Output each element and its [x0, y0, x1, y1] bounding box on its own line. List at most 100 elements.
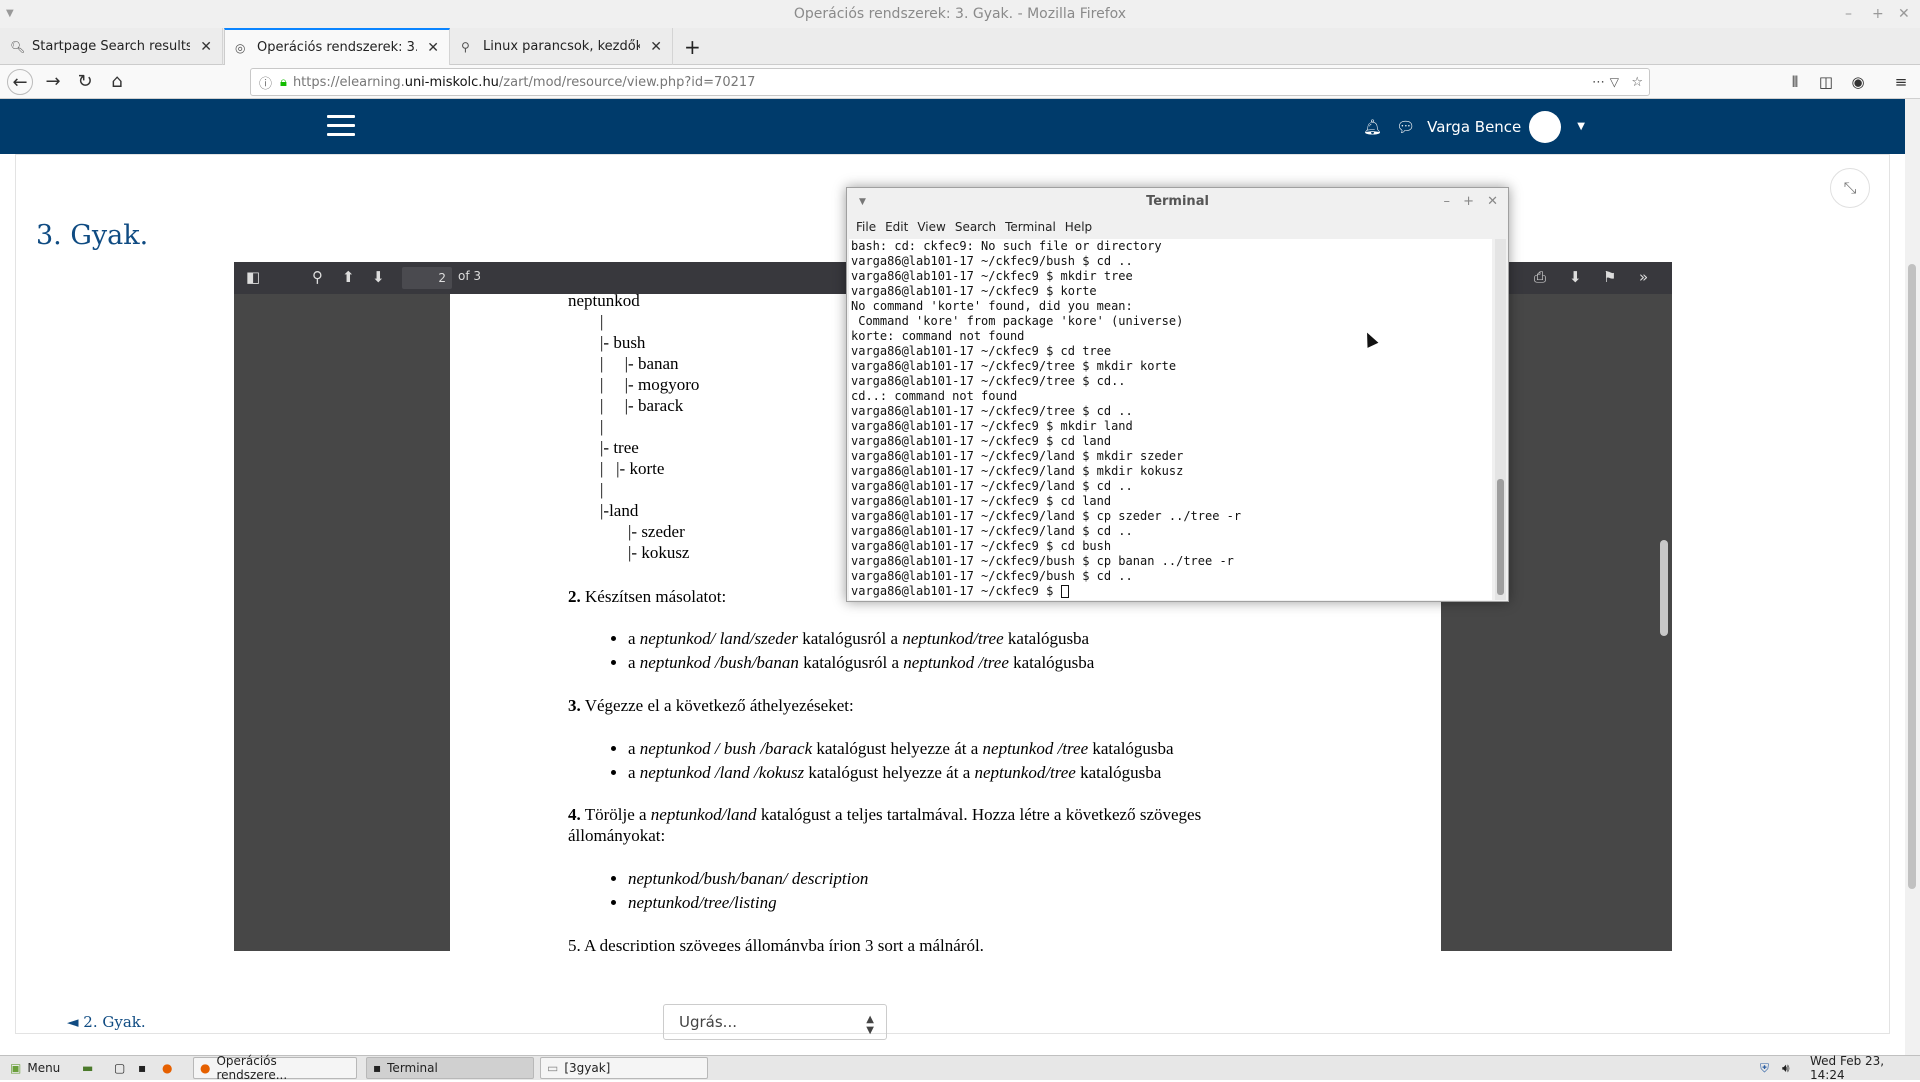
tools-icon[interactable]: » — [1639, 268, 1648, 286]
start-menu-button[interactable]: ▣ Menu — [4, 1057, 66, 1079]
page-number-input[interactable]: 2 — [402, 267, 452, 289]
menu-file[interactable]: File — [856, 216, 876, 238]
task-4-list: neptunkod/bush/banan/ description neptun… — [568, 869, 868, 917]
library-icon[interactable]: ⫴ — [1782, 69, 1808, 95]
menu-view[interactable]: View — [917, 216, 945, 238]
account-icon[interactable]: ◉ — [1845, 69, 1871, 95]
terminal-line: No command 'korte' found, did you mean: — [851, 299, 1133, 313]
terminal-icon: ▪ — [373, 1061, 382, 1075]
bell-icon[interactable]: 🔔︎ — [1363, 118, 1382, 136]
shield-icon[interactable]: ⛨ — [1754, 1057, 1775, 1079]
close-icon[interactable]: ✕ — [1487, 188, 1498, 216]
terminal-scrollbar[interactable] — [1495, 239, 1506, 600]
menu-edit[interactable]: Edit — [885, 216, 908, 238]
linux-icon: ⚲ — [461, 39, 470, 54]
taskbar-window-terminal[interactable]: ▪ Terminal — [366, 1057, 534, 1079]
previous-activity-link[interactable]: ◄ 2. Gyak. — [67, 1013, 146, 1031]
reload-icon[interactable]: ↻ — [72, 69, 98, 95]
jump-to-label: Ugrás... — [679, 1013, 737, 1031]
back-icon[interactable]: ← — [7, 69, 33, 95]
file-manager-icon[interactable]: ▢ — [108, 1057, 131, 1079]
maximize-icon[interactable]: + — [1872, 0, 1884, 28]
list-item: neptunkod/bush/banan/ description — [628, 869, 868, 889]
print-icon[interactable]: ⎙ — [1534, 268, 1546, 286]
terminal-line: cd..: command not found — [851, 389, 1018, 403]
terminal-scrollbar-thumb[interactable] — [1497, 479, 1504, 595]
user-menu[interactable]: 🔔︎ 💬︎ Varga Bence ▼ — [1363, 99, 1585, 154]
chevron-down-icon[interactable]: ▼ — [1577, 121, 1585, 132]
app-menu-icon[interactable]: ≡ — [1888, 69, 1914, 95]
terminal-line: varga86@lab101-17 ~/ckfec9/land $ cd .. — [851, 479, 1133, 493]
terminal-line: varga86@lab101-17 ~/ckfec9/land $ cp sze… — [851, 509, 1242, 523]
next-page-icon[interactable]: ⬇ — [372, 268, 385, 286]
collapse-icon[interactable]: ⤡ — [1830, 168, 1870, 208]
terminal-line: Command 'kore' from package 'kore' (univ… — [851, 314, 1184, 328]
home-icon[interactable]: ⌂ — [104, 69, 130, 95]
tab-startpage[interactable]: 🔍︎ Startpage Search results ✕ — [0, 28, 223, 65]
tree-line: | |- barack — [600, 396, 684, 415]
terminal-output[interactable]: bash: cd: ckfec9: No such file or direct… — [849, 239, 1492, 600]
find-icon[interactable]: ⚲ — [312, 268, 323, 286]
taskbar-window-folder[interactable]: ▭ [3gyak] — [540, 1057, 708, 1079]
menu-terminal[interactable]: Terminal — [1005, 216, 1056, 238]
page-scrollbar-thumb[interactable] — [1908, 264, 1916, 889]
window-menu-icon[interactable]: ▼ — [859, 188, 866, 216]
taskbar-window-firefox[interactable]: ● Operációs rendszere... — [193, 1054, 357, 1082]
tree-line: |- kokusz — [628, 543, 690, 562]
task-4-continuation: állományokat: — [568, 826, 666, 845]
bookmark-icon[interactable]: ⚑ — [1603, 268, 1616, 286]
pocket-icon[interactable]: ▽ — [1610, 75, 1619, 89]
terminal-line: varga86@lab101-17 ~/ckfec9 $ mkdir tree — [851, 269, 1133, 283]
previous-page-icon[interactable]: ⬆ — [342, 268, 355, 286]
tab-linux-parancsok[interactable]: ⚲ Linux parancsok, kezdőknek ✕ — [451, 28, 673, 65]
tree-line: | — [600, 417, 604, 436]
close-tab-icon[interactable]: ✕ — [200, 39, 212, 55]
close-window-icon[interactable]: ✕ — [1898, 0, 1910, 28]
sidebar-icon[interactable]: ◫ — [1813, 69, 1839, 95]
sidebar-toggle-icon[interactable]: ◧ — [246, 268, 260, 286]
bookmark-star-icon[interactable]: ☆ — [1631, 75, 1643, 90]
pdf-scrollbar-thumb[interactable] — [1660, 540, 1668, 636]
terminal-prompt-line[interactable]: varga86@lab101-17 ~/ckfec9 $ — [851, 584, 1492, 599]
taskbar-window-label: Terminal — [387, 1061, 438, 1075]
page-scrollbar[interactable] — [1905, 99, 1920, 1058]
close-tab-icon[interactable]: ✕ — [650, 39, 662, 55]
hamburger-menu-icon[interactable] — [327, 115, 355, 137]
avatar — [1529, 110, 1562, 143]
terminal-window[interactable]: ▼ Terminal – + ✕ File Edit View Search T… — [846, 187, 1509, 602]
terminal-line: varga86@lab101-17 ~/ckfec9/bush $ cp ban… — [851, 554, 1234, 568]
more-actions-icon[interactable]: ⋯ — [1592, 75, 1605, 90]
maximize-icon[interactable]: + — [1463, 188, 1474, 216]
terminal-launcher-icon[interactable]: ▪ — [132, 1057, 152, 1079]
mint-logo-icon: ▣ — [10, 1061, 22, 1075]
close-tab-icon[interactable]: ✕ — [427, 40, 439, 56]
terminal-line: varga86@lab101-17 ~/ckfec9 $ cd bush — [851, 539, 1112, 553]
window-menu-icon[interactable]: ▼ — [6, 0, 14, 28]
tab-operacios[interactable]: ◎ Operációs rendszerek: 3. Gya ✕ — [224, 28, 450, 65]
url-bar[interactable]: ⓘ 🔒︎ https://elearning.uni-miskolc.hu/za… — [250, 68, 1650, 96]
jump-to-select[interactable]: Ugrás... ▲ ▼ — [663, 1004, 887, 1040]
menu-search[interactable]: Search — [955, 216, 996, 238]
new-tab-button[interactable]: + — [674, 28, 708, 65]
chat-icon[interactable]: 💬︎ — [1396, 118, 1415, 136]
info-icon[interactable]: ⓘ — [259, 73, 272, 92]
terminal-line: varga86@lab101-17 ~/ckfec9/land $ cd .. — [851, 524, 1133, 538]
tree-line: |- bush — [600, 333, 646, 352]
forward-icon[interactable]: → — [40, 69, 66, 95]
minimize-icon[interactable]: – — [1845, 0, 1852, 28]
volume-icon[interactable]: 🔊︎ — [1776, 1057, 1796, 1079]
page-title: 3. Gyak. — [36, 220, 149, 251]
taskbar-window-label: Operációs rendszere... — [216, 1054, 288, 1082]
terminal-titlebar[interactable]: ▼ Terminal – + ✕ — [847, 188, 1508, 216]
terminal-line: varga86@lab101-17 ~/ckfec9 $ cd tree — [851, 344, 1112, 358]
terminal-line: varga86@lab101-17 ~/ckfec9 $ korte — [851, 284, 1097, 298]
window-titlebar: ▼ Operációs rendszerek: 3. Gyak. - Mozil… — [0, 0, 1920, 28]
firefox-launcher-icon[interactable]: ● — [156, 1057, 178, 1079]
terminal-prompt: varga86@lab101-17 ~/ckfec9 $ — [851, 584, 1061, 598]
list-item: neptunkod/tree/listing — [628, 893, 868, 913]
clock[interactable]: Wed Feb 23, 14:24 — [1804, 1054, 1920, 1082]
show-desktop-icon[interactable]: ▬ — [76, 1057, 99, 1079]
download-icon[interactable]: ⬇ — [1569, 268, 1582, 286]
minimize-icon[interactable]: – — [1444, 188, 1451, 216]
menu-help[interactable]: Help — [1065, 216, 1092, 238]
